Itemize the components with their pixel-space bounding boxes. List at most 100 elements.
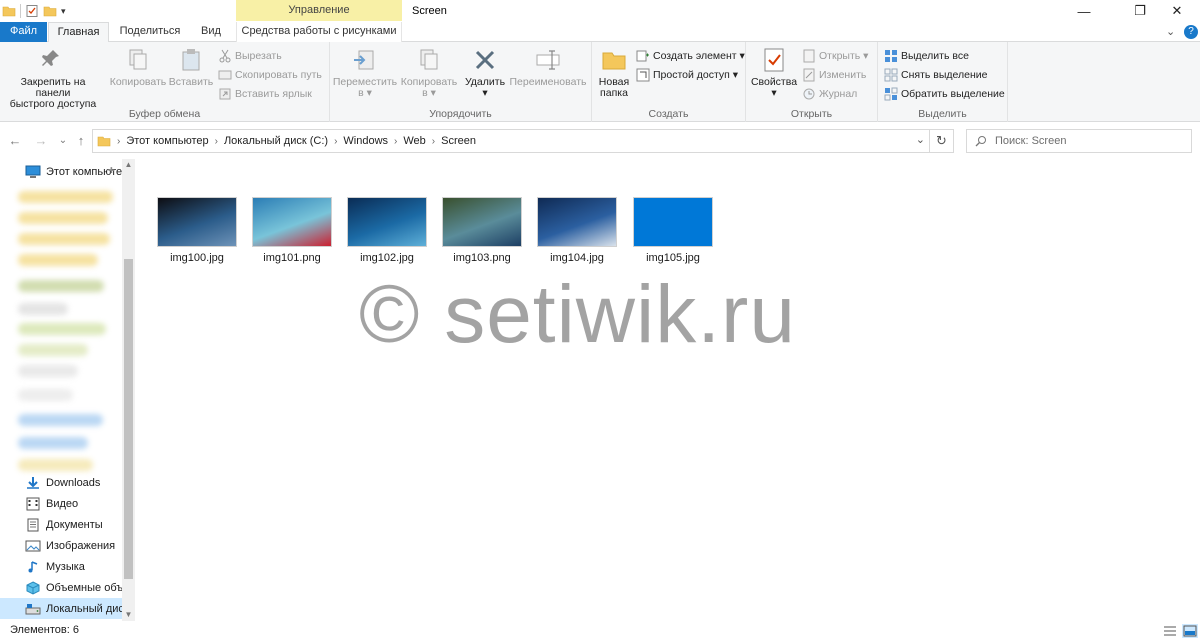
sidebar-item-music[interactable]: Музыка bbox=[0, 556, 122, 577]
select-none-button[interactable]: Снять выделение bbox=[884, 66, 987, 84]
address-bar[interactable]: › Этот компьютер › Локальный диск (C:) ›… bbox=[92, 129, 930, 153]
rename-icon bbox=[536, 50, 560, 70]
scrollbar-thumb[interactable] bbox=[124, 259, 133, 579]
breadcrumb-local-disk[interactable]: Локальный диск (C:) bbox=[220, 135, 332, 147]
drive-icon bbox=[25, 603, 41, 614]
scroll-up-icon[interactable]: ▲ bbox=[122, 159, 135, 171]
search-input[interactable] bbox=[995, 135, 1175, 147]
tab-share[interactable]: Поделиться bbox=[115, 22, 185, 42]
scroll-down-icon[interactable]: ▼ bbox=[122, 609, 135, 621]
help-icon[interactable]: ? bbox=[1184, 25, 1198, 39]
sidebar-item-this-pc[interactable]: Этот компьютер bbox=[0, 161, 122, 182]
sidebar-item-pictures[interactable]: Изображения bbox=[0, 535, 122, 556]
file-item[interactable]: img101.png bbox=[247, 197, 337, 264]
close-button[interactable]: ✕ bbox=[1154, 0, 1200, 22]
open-button[interactable]: Открыть ▾ bbox=[802, 47, 868, 65]
create-group: Новая папка Создать элемент ▾ Простой до… bbox=[592, 42, 746, 122]
select-none-icon bbox=[884, 68, 898, 82]
file-name: img100.jpg bbox=[170, 252, 224, 264]
pin-icon: ✚ bbox=[108, 166, 115, 175]
sidebar-item-downloads[interactable]: Downloads bbox=[0, 472, 122, 493]
expand-ribbon-icon[interactable]: ⌄ bbox=[1166, 22, 1175, 42]
sidebar-scrollbar[interactable]: ▲ ▼ bbox=[122, 159, 135, 621]
sidebar-item-video[interactable]: Видео bbox=[0, 493, 122, 514]
file-item[interactable]: img102.jpg bbox=[342, 197, 432, 264]
toolbar-divider bbox=[20, 4, 21, 18]
edit-label: Изменить bbox=[819, 69, 867, 81]
image-thumbnail bbox=[633, 197, 713, 247]
file-name: img102.jpg bbox=[360, 252, 414, 264]
delete-icon bbox=[475, 50, 495, 70]
large-icons-view-icon[interactable] bbox=[1182, 624, 1198, 638]
sidebar-item-label: Музыка bbox=[46, 560, 85, 573]
sidebar-item-documents[interactable]: Документы bbox=[0, 514, 122, 535]
copy-path-button[interactable]: Скопировать путь bbox=[218, 66, 322, 84]
select-group-label: Выделить bbox=[918, 108, 967, 120]
pin-quick-access-button[interactable]: Закрепить на панели быстрого доступа bbox=[3, 46, 103, 110]
paste-shortcut-button[interactable]: Вставить ярлык bbox=[218, 85, 312, 103]
sidebar-item-label: Downloads bbox=[46, 476, 101, 489]
open-icon bbox=[803, 49, 815, 63]
move-to-button[interactable]: Переместить в ▾ bbox=[332, 46, 398, 99]
organize-group-label: Упорядочить bbox=[429, 108, 492, 120]
tab-view[interactable]: Вид bbox=[195, 22, 227, 42]
3d-objects-icon bbox=[26, 580, 40, 595]
properties-button[interactable]: Свойства ▾ bbox=[750, 46, 798, 99]
paste-shortcut-label: Вставить ярлык bbox=[235, 88, 312, 100]
breadcrumb-web[interactable]: Web bbox=[399, 135, 429, 147]
details-view-icon[interactable] bbox=[1162, 624, 1178, 638]
file-item[interactable]: img104.jpg bbox=[532, 197, 622, 264]
blurred-entry bbox=[18, 365, 78, 377]
recent-locations-button[interactable]: ⌄ bbox=[54, 132, 72, 150]
history-button[interactable]: Журнал bbox=[802, 85, 857, 103]
download-icon bbox=[27, 476, 39, 489]
easy-access-button[interactable]: Простой доступ ▾ bbox=[636, 66, 738, 84]
tab-picture-tools[interactable]: Средства работы с рисунками bbox=[236, 22, 402, 42]
customize-toolbar-icon[interactable]: ▾ bbox=[61, 6, 66, 17]
blurred-entry bbox=[18, 280, 104, 292]
breadcrumb-separator: › bbox=[431, 135, 436, 147]
file-item[interactable]: img105.jpg bbox=[628, 197, 718, 264]
invert-selection-label: Обратить выделение bbox=[901, 88, 1005, 100]
new-folder-icon[interactable] bbox=[43, 4, 57, 18]
properties-icon[interactable] bbox=[25, 4, 39, 18]
breadcrumb-this-pc[interactable]: Этот компьютер bbox=[122, 135, 212, 147]
music-icon bbox=[28, 560, 38, 572]
delete-button[interactable]: Удалить ▾ bbox=[462, 46, 508, 99]
rename-button[interactable]: Переименовать bbox=[508, 46, 588, 88]
minimize-button[interactable]: — bbox=[1061, 0, 1107, 22]
file-item[interactable]: img100.jpg bbox=[152, 197, 242, 264]
context-tab-header: Управление bbox=[236, 0, 402, 21]
tab-home[interactable]: Главная bbox=[48, 22, 109, 43]
new-folder-button[interactable]: Новая папка bbox=[594, 46, 634, 99]
pin-icon bbox=[42, 50, 59, 66]
copy-icon bbox=[129, 49, 147, 70]
up-button[interactable]: ↑ bbox=[72, 132, 90, 150]
cut-button[interactable]: Вырезать bbox=[218, 47, 282, 65]
blurred-entry bbox=[18, 344, 88, 356]
refresh-button[interactable]: ↻ bbox=[930, 129, 954, 153]
select-all-button[interactable]: Выделить все bbox=[884, 47, 969, 65]
invert-selection-button[interactable]: Обратить выделение bbox=[884, 85, 1005, 103]
breadcrumb-separator: › bbox=[117, 135, 121, 147]
file-name: img104.jpg bbox=[550, 252, 604, 264]
back-button[interactable]: ← bbox=[6, 132, 24, 150]
file-item[interactable]: img103.png bbox=[437, 197, 527, 264]
sidebar-item-local-disk[interactable]: Локальный диск (C:) bbox=[0, 598, 122, 619]
file-name: img101.png bbox=[263, 252, 321, 264]
edit-button[interactable]: Изменить bbox=[802, 66, 866, 84]
tab-file[interactable]: Файл bbox=[0, 22, 47, 42]
properties-icon bbox=[764, 48, 784, 72]
address-dropdown-icon[interactable]: ⌄ bbox=[916, 133, 925, 146]
create-group-label: Создать bbox=[648, 108, 689, 120]
copy-to-button[interactable]: Копировать в ▾ bbox=[398, 46, 460, 99]
new-item-button[interactable]: Создать элемент ▾ bbox=[636, 47, 745, 65]
paste-button[interactable]: Вставить bbox=[168, 46, 214, 88]
breadcrumb-windows[interactable]: Windows bbox=[339, 135, 392, 147]
copy-button[interactable]: Копировать bbox=[108, 46, 168, 88]
sidebar-item-3d-objects[interactable]: Объемные объекты bbox=[0, 577, 122, 598]
status-bar: Элементов: 6 bbox=[0, 621, 1200, 641]
forward-button[interactable]: → bbox=[32, 132, 50, 150]
search-box[interactable] bbox=[966, 129, 1192, 153]
breadcrumb-screen[interactable]: Screen bbox=[437, 135, 480, 147]
